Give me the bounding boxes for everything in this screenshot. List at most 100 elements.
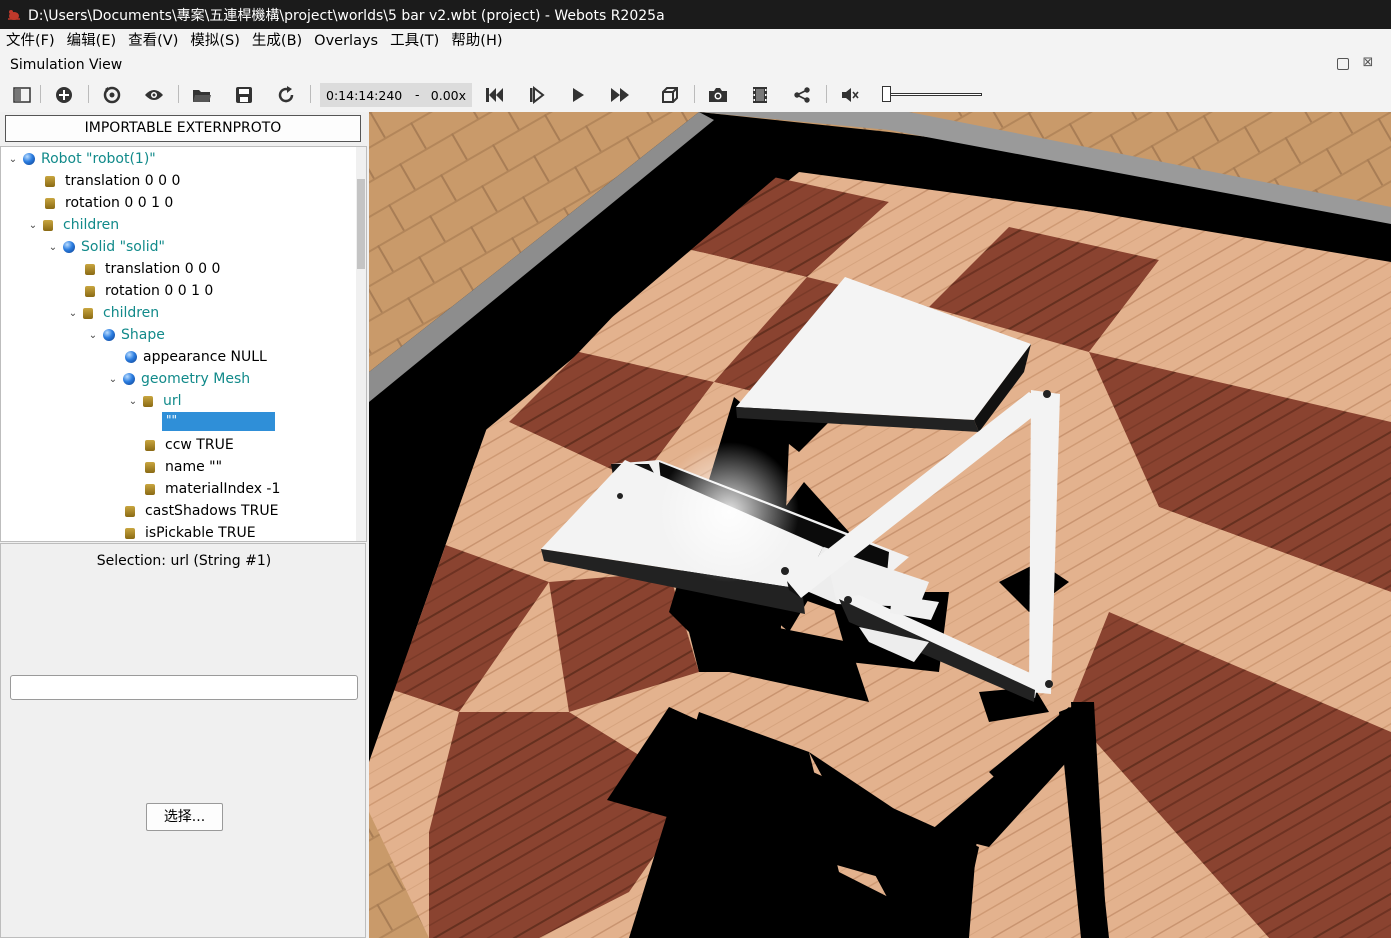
tree-label: ccw TRUE [165, 437, 234, 453]
volume-track [882, 93, 982, 96]
play-icon[interactable] [566, 84, 590, 106]
tree-row-translation[interactable]: translation 0 0 0 [85, 258, 220, 280]
time-separator: - [415, 87, 420, 102]
chevron-down-icon[interactable]: ⌄ [27, 220, 39, 231]
node-icon [63, 241, 75, 253]
eye-icon[interactable] [142, 84, 166, 106]
node-icon [123, 373, 135, 385]
tree-row-name[interactable]: name "" [145, 456, 222, 478]
tree-row-appearance[interactable]: appearance NULL [125, 346, 267, 368]
tree-label: children [63, 217, 120, 233]
field-icon [125, 527, 135, 539]
film-icon[interactable] [748, 84, 772, 106]
node-icon [103, 329, 115, 341]
step-back-icon[interactable] [482, 84, 506, 106]
tree-row-translation[interactable]: translation 0 0 0 [45, 170, 180, 192]
tree-label: materialIndex -1 [165, 481, 281, 497]
field-icon [83, 307, 93, 319]
field-icon [145, 461, 155, 473]
field-icon [43, 219, 53, 231]
tree-row-rotation[interactable]: rotation 0 0 1 0 [85, 280, 213, 302]
simulation-clock: 0:14:14:240 - 0.00x [320, 83, 472, 107]
tree-label: translation 0 0 0 [65, 173, 181, 189]
menu-view[interactable]: 查看(V) [122, 29, 184, 53]
tree-row-rotation[interactable]: rotation 0 0 1 0 [45, 192, 173, 214]
tree-row-cast-shadows[interactable]: castShadows TRUE [125, 500, 278, 522]
tree-row-is-pickable[interactable]: isPickable TRUE [125, 522, 256, 541]
tree-label: rotation 0 0 1 0 [65, 195, 174, 211]
node-icon [125, 351, 137, 363]
tree-row-children[interactable]: ⌄ children [27, 214, 119, 236]
tree-row-solid[interactable]: ⌄ Solid "solid" [47, 236, 165, 258]
tree-row-shape[interactable]: ⌄ Shape [87, 324, 165, 346]
tree-label: url [163, 393, 182, 409]
menu-tools[interactable]: 工具(T) [384, 29, 445, 53]
tree-row-url[interactable]: ⌄ url [127, 390, 182, 412]
menu-simulation[interactable]: 模拟(S) [184, 29, 246, 53]
tree-row-ccw[interactable]: ccw TRUE [145, 434, 234, 456]
chevron-down-icon[interactable]: ⌄ [127, 396, 139, 407]
volume-slider[interactable] [882, 86, 984, 104]
simulation-speed: 0.00x [430, 88, 466, 103]
tree-row-robot[interactable]: ⌄ Robot "robot(1)" [7, 148, 156, 170]
tree-row-geometry[interactable]: ⌄ geometry Mesh [107, 368, 250, 390]
menu-build[interactable]: 生成(B) [246, 29, 308, 53]
float-panel-icon[interactable] [1337, 58, 1349, 70]
selection-label: Selection: url (String #1) [96, 553, 272, 569]
scene-tree-toggle-icon[interactable] [10, 84, 34, 106]
tree-label: children [103, 305, 160, 321]
save-icon[interactable] [232, 84, 256, 106]
tree-label: name "" [165, 459, 223, 475]
field-icon [125, 505, 135, 517]
tree-label: Robot "robot(1)" [41, 151, 156, 167]
open-folder-icon[interactable] [190, 84, 214, 106]
window-titlebar: D:\Users\Documents\專案\五連桿機構\project\worl… [0, 0, 1391, 29]
reset-view-icon[interactable] [100, 84, 124, 106]
node-icon [23, 153, 35, 165]
window-title: D:\Users\Documents\專案\五連桿機構\project\worl… [28, 7, 665, 24]
menu-help[interactable]: 帮助(H) [445, 29, 508, 53]
tree-label: Shape [121, 327, 165, 343]
step-icon[interactable] [524, 84, 548, 106]
tree-label: isPickable TRUE [145, 525, 256, 541]
menu-edit[interactable]: 编辑(E) [61, 29, 122, 53]
scene-tree-panel: IMPORTABLE EXTERNPROTO ⌄ Robot "robot(1)… [0, 112, 368, 938]
panel-title: Simulation View [10, 57, 123, 73]
scene-tree: ⌄ Robot "robot(1)" translation 0 0 0 rot… [0, 146, 367, 542]
tree-row-material-index[interactable]: materialIndex -1 [145, 478, 280, 500]
share-icon[interactable] [790, 84, 814, 106]
chevron-down-icon[interactable]: ⌄ [67, 308, 79, 319]
field-editor: Selection: url (String #1) 选择... [0, 543, 366, 938]
mute-icon[interactable] [838, 84, 862, 106]
scrollbar-thumb[interactable] [357, 179, 365, 269]
menu-file[interactable]: 文件(F) [0, 29, 61, 53]
volume-knob[interactable] [882, 86, 891, 102]
tree-row-children[interactable]: ⌄ children [67, 302, 159, 324]
menu-overlays[interactable]: Overlays [308, 29, 384, 53]
field-icon [143, 395, 153, 407]
menu-bar: 文件(F) 编辑(E) 查看(V) 模拟(S) 生成(B) Overlays 工… [0, 29, 1391, 53]
url-item-editor[interactable]: "" [162, 412, 275, 431]
3d-viewport[interactable] [369, 112, 1391, 938]
tree-scrollbar[interactable] [356, 147, 366, 541]
add-node-icon[interactable] [52, 84, 76, 106]
toolbar: 0:14:14:240 - 0.00x [0, 78, 1391, 112]
camera-icon[interactable] [706, 84, 730, 106]
close-panel-icon[interactable]: ⊠ [1362, 56, 1374, 70]
chevron-down-icon[interactable]: ⌄ [47, 242, 59, 253]
fast-forward-icon[interactable] [608, 84, 632, 106]
choose-file-button[interactable]: 选择... [146, 803, 223, 831]
url-input[interactable] [10, 675, 358, 700]
importable-externproto-button[interactable]: IMPORTABLE EXTERNPROTO [5, 115, 361, 142]
cube-view-icon[interactable] [658, 84, 682, 106]
reload-icon[interactable] [274, 84, 298, 106]
tree-label: Solid "solid" [81, 239, 165, 255]
simulation-time: 0:14:14:240 [326, 88, 403, 103]
chevron-down-icon[interactable]: ⌄ [107, 374, 119, 385]
chevron-down-icon[interactable]: ⌄ [7, 154, 19, 165]
field-icon [85, 285, 95, 297]
chevron-down-icon[interactable]: ⌄ [87, 330, 99, 341]
field-icon [145, 439, 155, 451]
tree-label: appearance NULL [143, 349, 267, 365]
tree-label: translation 0 0 0 [105, 261, 221, 277]
